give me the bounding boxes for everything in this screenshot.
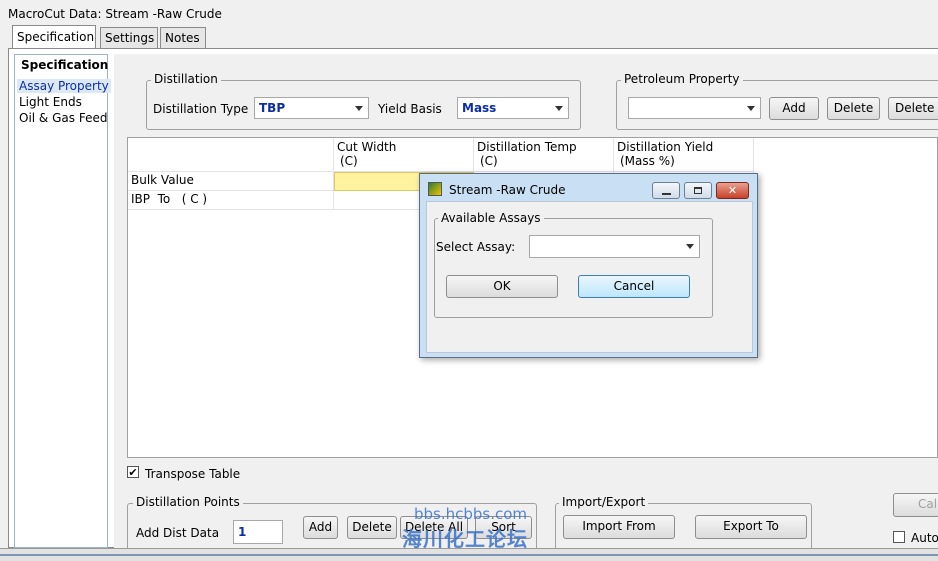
- distillation-group-label: Distillation: [151, 72, 221, 86]
- yield-basis-label: Yield Basis: [378, 102, 442, 116]
- column-title: Cut Width: [337, 140, 397, 154]
- column-unit: (C): [340, 154, 358, 168]
- column-header-distillation-yield: Distillation Yield (Mass %): [614, 138, 754, 172]
- nav-item-assay-property[interactable]: Assay Property: [17, 79, 111, 93]
- chevron-down-icon: [555, 106, 563, 111]
- nav-item-oil-gas-feed[interactable]: Oil & Gas Feed: [19, 111, 107, 125]
- import-from-button[interactable]: Import From: [563, 515, 675, 539]
- distillation-points-label: Distillation Points: [133, 495, 243, 509]
- status-strip: [0, 548, 938, 561]
- specification-nav: Specification Assay Property Light Ends …: [14, 54, 111, 548]
- minimize-button[interactable]: [652, 182, 680, 199]
- check-icon: ✔: [128, 466, 138, 479]
- petroleum-delete-all-button[interactable]: Delete A: [888, 97, 938, 120]
- divider: [0, 554, 938, 556]
- auto-checkbox[interactable]: [893, 531, 905, 543]
- available-assays-group: [434, 218, 713, 318]
- close-icon: ✕: [727, 184, 738, 197]
- select-assay-label: Select Assay:: [436, 240, 516, 254]
- maximize-icon: [694, 187, 702, 194]
- tab-specification[interactable]: Specification: [12, 25, 96, 49]
- yield-basis-value: Mass: [462, 101, 497, 115]
- nav-item-light-ends[interactable]: Light Ends: [19, 95, 82, 109]
- export-to-button[interactable]: Export To: [695, 515, 807, 539]
- distillation-type-select[interactable]: TBP: [254, 97, 369, 119]
- dist-delete-button[interactable]: Delete: [347, 516, 397, 539]
- column-title: Distillation Temp: [477, 140, 577, 154]
- dialog-title: Stream -Raw Crude: [449, 183, 566, 197]
- transpose-table-label: Transpose Table: [145, 467, 241, 481]
- petroleum-property-select[interactable]: [628, 97, 761, 119]
- ok-button[interactable]: OK: [446, 275, 558, 298]
- distillation-type-value: TBP: [259, 101, 286, 115]
- distillation-type-label: Distillation Type: [153, 102, 249, 116]
- minimize-icon: [662, 193, 671, 195]
- petroleum-property-label: Petroleum Property: [621, 72, 743, 86]
- tab-settings[interactable]: Settings: [100, 27, 158, 49]
- calc-button[interactable]: Calc: [893, 493, 938, 517]
- row-header-ibp-to: IBP To ( C ): [128, 191, 334, 210]
- column-header-distillation-temp: Distillation Temp (C): [474, 138, 614, 172]
- select-assay-dialog: Stream -Raw Crude ✕ Available Assays Sel…: [419, 173, 758, 358]
- window-title-bar: MacroCut Data: Stream -Raw Crude: [0, 0, 938, 28]
- chevron-down-icon: [686, 244, 694, 249]
- grid-corner-cell: [128, 138, 334, 172]
- chevron-down-icon: [747, 106, 755, 111]
- yield-basis-select[interactable]: Mass: [457, 97, 569, 119]
- close-button[interactable]: ✕: [716, 182, 749, 199]
- column-title: Distillation Yield: [617, 140, 714, 154]
- dist-add-button[interactable]: Add: [303, 516, 338, 539]
- cancel-button[interactable]: Cancel: [578, 275, 690, 298]
- dialog-body: Available Assays Select Assay: OK Cancel: [426, 201, 753, 353]
- chevron-down-icon: [355, 106, 363, 111]
- add-dist-data-label: Add Dist Data: [136, 526, 220, 540]
- app-icon: [428, 182, 442, 196]
- column-unit: (Mass %): [620, 154, 675, 168]
- import-export-label: Import/Export: [559, 495, 649, 509]
- transpose-table-checkbox[interactable]: ✔: [127, 466, 139, 478]
- watermark-url: bbs.hcbbs.com: [414, 505, 528, 523]
- window-title: MacroCut Data: Stream -Raw Crude: [8, 7, 222, 21]
- petroleum-delete-button[interactable]: Delete: [827, 97, 880, 120]
- add-dist-data-input[interactable]: 1: [233, 520, 283, 544]
- maximize-button[interactable]: [684, 182, 712, 199]
- row-header-bulk-value: Bulk Value: [128, 172, 334, 191]
- select-assay-dropdown[interactable]: [529, 235, 700, 258]
- tab-notes[interactable]: Notes: [160, 27, 206, 49]
- nav-header: Specification: [21, 58, 109, 72]
- column-header-cut-width: Cut Width (C): [334, 138, 474, 172]
- available-assays-label: Available Assays: [438, 211, 544, 225]
- column-unit: (C): [480, 154, 498, 168]
- petroleum-add-button[interactable]: Add: [769, 97, 819, 120]
- auto-label: Auto: [911, 531, 938, 545]
